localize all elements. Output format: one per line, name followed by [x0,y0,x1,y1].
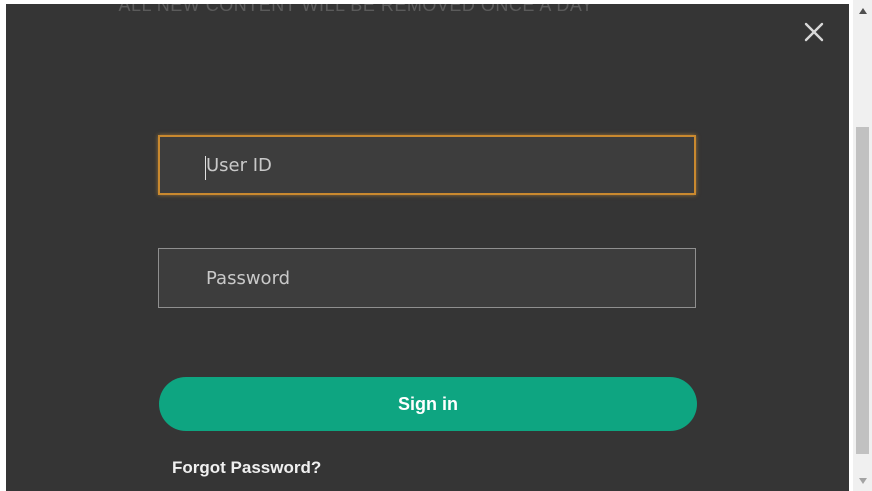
login-modal: ALL NEW CONTENT WILL BE REMOVED ONCE A D… [6,4,849,491]
text-caret [205,156,206,180]
scroll-down-icon [858,477,867,484]
page-frame: ALL NEW CONTENT WILL BE REMOVED ONCE A D… [0,0,872,491]
scroll-down-button[interactable] [853,472,872,489]
password-input[interactable] [158,248,696,308]
sign-in-button[interactable]: Sign in [159,377,697,431]
scroll-thumb[interactable] [856,127,869,454]
close-button[interactable] [802,20,826,44]
scroll-up-icon [858,7,867,14]
close-icon [804,22,824,42]
forgot-password-link[interactable]: Forgot Password? [172,458,321,478]
banner-text: ALL NEW CONTENT WILL BE REMOVED ONCE A D… [118,4,594,15]
scroll-up-button[interactable] [853,2,872,19]
vertical-scrollbar[interactable] [853,0,872,491]
user-id-input[interactable] [158,135,696,195]
